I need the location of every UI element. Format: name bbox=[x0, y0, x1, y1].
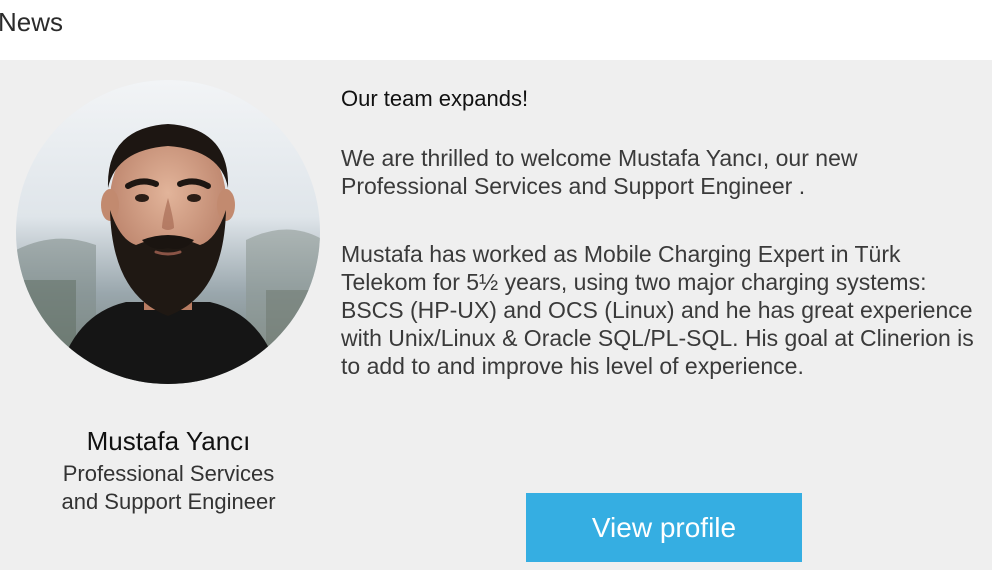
news-card: Mustafa Yancı Professional Services and … bbox=[0, 60, 992, 570]
person-role-line-2: and Support Engineer bbox=[61, 489, 276, 514]
person-name: Mustafa Yancı bbox=[86, 426, 251, 456]
avatar bbox=[16, 80, 320, 384]
person-role: Professional Services and Support Engine… bbox=[0, 460, 337, 516]
person-column: Mustafa Yancı Professional Services and … bbox=[0, 60, 337, 570]
view-profile-button[interactable]: View profile bbox=[526, 493, 802, 562]
person-role-line-1: Professional Services bbox=[62, 461, 275, 486]
article-paragraph-2: Mustafa has worked as Mobile Charging Ex… bbox=[341, 241, 974, 379]
article-paragraph-1: We are thrilled to welcome Mustafa Yancı… bbox=[341, 145, 858, 199]
avatar-photo bbox=[16, 80, 320, 384]
article-column: Our team expands! We are thrilled to wel… bbox=[341, 60, 981, 570]
article-headline: Our team expands! bbox=[341, 86, 529, 111]
section-title: News bbox=[0, 7, 64, 37]
